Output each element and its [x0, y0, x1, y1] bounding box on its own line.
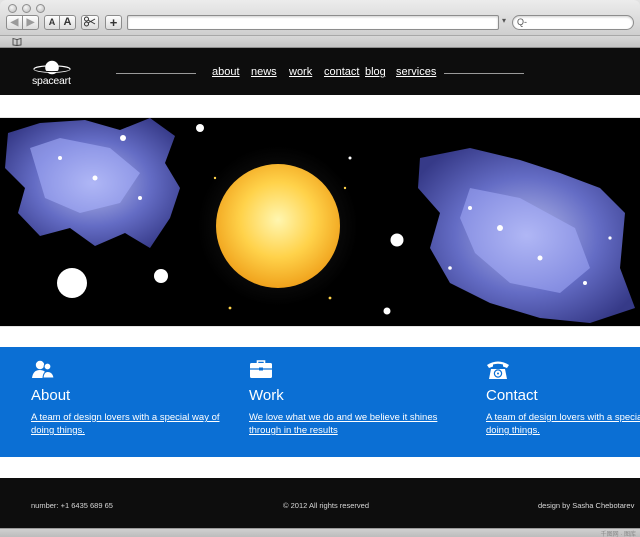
feature-title: Contact: [486, 387, 538, 404]
site-header: spaceart about news work contact blog se…: [0, 48, 640, 95]
feature-about: About A team of design lovers with a spe…: [31, 347, 231, 457]
forward-button[interactable]: ▶: [22, 15, 39, 30]
sun: [216, 164, 340, 288]
feature-title: About: [31, 387, 71, 404]
feature-work: Work We love what we do and we believe i…: [249, 347, 449, 457]
text-larger-button[interactable]: A: [59, 15, 76, 30]
feature-title: Work: [249, 387, 284, 404]
nav-link-work[interactable]: work: [289, 66, 312, 78]
feature-description-link[interactable]: A team of design lovers with a special w…: [31, 411, 231, 437]
add-bookmark-button[interactable]: +: [105, 15, 122, 30]
feature-description-link[interactable]: A team of design lovers with a special w…: [486, 411, 640, 437]
spacer-top: [0, 95, 640, 118]
main-nav: about news work contact blog services: [0, 66, 640, 82]
nav-divider-right: [444, 73, 524, 74]
text-smaller-button[interactable]: A: [44, 15, 60, 30]
scissors-icon: [84, 16, 96, 27]
footer-phone: number: +1 6435 689 65: [31, 501, 113, 510]
star-large: [57, 268, 87, 298]
snip-button[interactable]: [81, 15, 99, 30]
nav-link-news[interactable]: news: [251, 66, 277, 78]
close-window-button[interactable]: [8, 4, 17, 13]
browser-window: ◀ ▶ A A + ▾ Q- spaceart about news work …: [0, 0, 640, 537]
spacer-bottom: [0, 457, 640, 478]
nav-link-about[interactable]: about: [212, 66, 240, 78]
telephone-icon: [487, 361, 509, 379]
address-dropdown-icon[interactable]: ▾: [502, 16, 506, 25]
browser-toolbar: ◀ ▶ A A + ▾ Q-: [0, 0, 640, 36]
book-icon[interactable]: [12, 37, 22, 46]
briefcase-icon: [250, 360, 272, 378]
footer-copyright: © 2012 All rights reserved: [283, 501, 369, 510]
page-viewport: spaceart about news work contact blog se…: [0, 48, 640, 528]
nav-link-blog[interactable]: blog: [365, 66, 386, 78]
hero-banner: [0, 118, 640, 326]
feature-contact: Contact A team of design lovers with a s…: [486, 347, 640, 457]
spacer-middle: [0, 326, 640, 347]
minimize-window-button[interactable]: [22, 4, 31, 13]
address-bar[interactable]: [127, 15, 499, 30]
site-footer: number: +1 6435 689 65 © 2012 All rights…: [0, 478, 640, 528]
people-icon: [32, 360, 55, 379]
browser-status-bar: 千图网 · 图库: [0, 528, 640, 537]
search-input[interactable]: Q-: [512, 15, 634, 30]
back-button[interactable]: ◀: [6, 15, 23, 30]
feature-description-link[interactable]: We love what we do and we believe it shi…: [249, 411, 449, 437]
bookmarks-bar: [0, 36, 640, 48]
zoom-window-button[interactable]: [36, 4, 45, 13]
watermark: 千图网 · 图库: [600, 532, 636, 537]
footer-credit[interactable]: design by Sasha Chebotarev: [538, 501, 634, 510]
nav-link-services[interactable]: services: [396, 66, 436, 78]
space-illustration: [5, 118, 635, 323]
nav-link-contact[interactable]: contact: [324, 66, 359, 78]
features-section: About A team of design lovers with a spe…: [0, 347, 640, 457]
